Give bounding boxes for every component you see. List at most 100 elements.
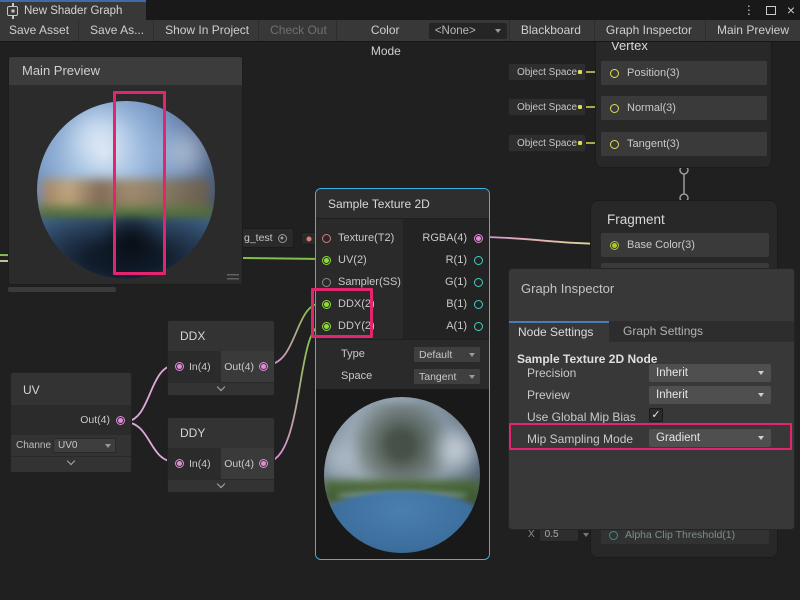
node-sample-texture-2d[interactable]: Sample Texture 2D Texture(T2) UV(2) Samp… [315,188,490,560]
uv-title[interactable]: UV [11,373,131,405]
object-space-label: Object Space [517,67,577,78]
type-dropdown[interactable]: Default [413,346,481,363]
ddx-title[interactable]: DDX [168,321,274,351]
collapse-chevron-icon [217,383,225,391]
node-ddy[interactable]: DDY In(4) Out(4) [167,417,275,493]
port-ddx-out[interactable] [259,362,268,371]
port-b-output[interactable] [474,300,483,309]
space-dropdown[interactable]: Tangent [413,368,481,385]
node-uv[interactable]: UV Out(4) Channe UV0 [10,372,132,473]
port-tangent[interactable] [610,140,619,149]
port-label: Base Color(3) [627,239,695,251]
main-preview-title[interactable]: Main Preview [9,57,242,85]
type-value: Default [419,349,452,361]
port-rgba-output[interactable] [474,234,483,243]
show-in-project-button[interactable]: Show In Project [156,20,259,41]
channel-dropdown[interactable]: UV0 [53,438,116,453]
port-g-output[interactable] [474,278,483,287]
blackboard-button[interactable]: Blackboard [509,20,592,41]
preview-label: Preview [527,388,570,402]
maximize-icon[interactable] [766,6,776,15]
object-space-dropdown-position[interactable]: Object Space [508,63,586,81]
port-sampler-input[interactable] [322,278,331,287]
mip-bias-label: Use Global Mip Bias [527,410,636,424]
port-label: Position(3) [627,67,680,79]
port-label: A(1) [446,320,467,332]
highlight-ddx-ddy-ports [311,288,373,338]
port-label: G(1) [445,276,467,288]
chevron-down-icon [758,393,764,397]
ddy-collapse-button[interactable] [168,479,274,492]
graph-inspector-panel[interactable]: Graph Inspector Node Settings Graph Sett… [508,268,795,530]
precision-dropdown[interactable]: Inherit [649,364,771,382]
port-r-output[interactable] [474,256,483,265]
sample-node-title[interactable]: Sample Texture 2D [316,189,489,219]
port-label: In(4) [189,361,211,373]
port-label: UV(2) [338,254,367,266]
port-label: Out(4) [224,361,254,373]
vertex-title: Vertex [611,42,648,53]
port-base-color[interactable] [610,241,619,250]
fragment-row-base-color[interactable]: Base Color(3) [601,233,769,257]
x-component-label: X [528,529,535,540]
port-ddy-out[interactable] [259,459,268,468]
object-space-label: Object Space [517,102,577,113]
preview-sphere-tree [324,397,480,553]
collapse-chevron-icon [67,457,75,465]
chevron-down-icon [583,533,589,537]
port-a-output[interactable] [474,322,483,331]
resize-grip[interactable] [227,274,239,282]
object-space-dropdown-tangent[interactable]: Object Space [508,134,586,152]
kebab-menu-icon[interactable]: ⋮ [743,4,755,16]
ddy-title[interactable]: DDY [168,418,274,448]
save-asset-button[interactable]: Save Asset [0,20,79,41]
port-label: Out(4) [224,458,254,470]
port-uv-out[interactable] [116,416,125,425]
port-texture-input[interactable] [322,234,331,243]
vertex-row-position[interactable]: Position(3) [601,61,767,85]
property-output-stub[interactable] [301,232,316,245]
tab-graph-settings[interactable]: Graph Settings [609,321,717,342]
port-ddy-in[interactable] [175,459,184,468]
port-label: RGBA(4) [422,232,467,244]
space-value: Tangent [419,371,456,383]
node-ddx[interactable]: DDX In(4) Out(4) [167,320,275,396]
preview-value: Inherit [656,389,688,401]
graph-canvas[interactable]: Vertex Position(3) Normal(3) Tangent(3) … [0,42,800,600]
tab-node-settings[interactable]: Node Settings [509,321,609,342]
chevron-down-icon [495,29,501,33]
color-mode-dropdown[interactable]: <None> [429,23,507,39]
port-position[interactable] [610,69,619,78]
space-label: Space [341,366,372,386]
port-normal[interactable] [610,104,619,113]
highlight-main-preview [113,91,166,275]
object-space-dropdown-normal[interactable]: Object Space [508,98,586,116]
precision-label: Precision [527,366,576,380]
port-label: Sampler(SS) [338,276,401,288]
port-label: Alpha Clip Threshold(1) [625,529,735,541]
toolbar: Save Asset Save As... Show In Project Ch… [0,20,800,42]
mip-bias-checkbox[interactable]: ✓ [649,408,663,422]
node-vertex[interactable]: Vertex Position(3) Normal(3) Tangent(3) [595,42,772,168]
precision-value: Inherit [656,367,688,379]
port-label: Normal(3) [627,102,676,114]
close-icon[interactable]: × [787,3,795,17]
save-as-button[interactable]: Save As... [81,20,154,41]
tab-title: New Shader Graph [24,5,122,17]
graph-inspector-button[interactable]: Graph Inspector [594,20,703,41]
main-preview-button[interactable]: Main Preview [705,20,800,41]
port-ddx-in[interactable] [175,362,184,371]
preview-dropdown[interactable]: Inherit [649,386,771,404]
ddx-collapse-button[interactable] [168,382,274,395]
color-mode-value: <None> [435,25,476,37]
port-alpha-clip[interactable] [609,531,618,540]
tab-new-shader-graph[interactable]: New Shader Graph [0,0,146,20]
uv-collapse-button[interactable] [11,456,131,471]
port-uv-input[interactable] [322,256,331,265]
preview-bottom-strip [8,287,116,292]
vertex-row-normal[interactable]: Normal(3) [601,96,767,120]
port-label: B(1) [446,298,467,310]
node-property-g-test[interactable]: g_test [236,228,294,248]
vertex-row-tangent[interactable]: Tangent(3) [601,132,767,156]
chevron-down-icon [469,353,475,357]
